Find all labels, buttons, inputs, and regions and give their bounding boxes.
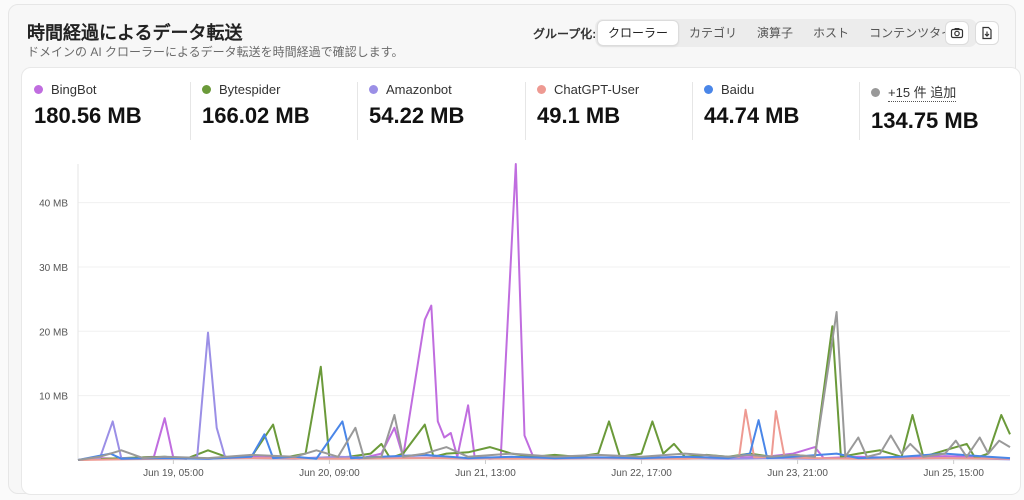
- line-chart: 10 MB 20 MB 30 MB 40 MB Jun 19, 05:00 Jun 20,…: [39, 163, 1011, 479]
- x-tick-label: Jun 21, 13:00: [455, 468, 516, 479]
- x-tick-label: Jun 23, 21:00: [767, 468, 828, 479]
- y-tick-label: 40 MB: [39, 199, 68, 210]
- page-subtitle: ドメインの AI クローラーによるデータ転送を時間経過で確認します。: [27, 45, 404, 59]
- y-tick-label: 20 MB: [39, 327, 68, 338]
- y-tick-label: 30 MB: [39, 263, 68, 274]
- data-transfer-panel: 時間経過によるデータ転送 ドメインの AI クローラーによるデータ転送を時間経過…: [8, 4, 1021, 495]
- x-tick-label: Jun 19, 05:00: [143, 468, 204, 479]
- series-line-5: [77, 311, 1011, 461]
- group-option-host[interactable]: ホスト: [803, 21, 859, 45]
- page-title: 時間経過によるデータ転送: [27, 23, 243, 43]
- group-option-crawler[interactable]: クローラー: [597, 20, 680, 46]
- y-tick-label: 10 MB: [39, 392, 68, 403]
- download-icon: [982, 26, 992, 40]
- group-by-segmented-control: クローラー カテゴリ 演算子 ホスト コンテンツタイプ: [595, 19, 978, 47]
- x-tick-label: Jun 22, 17:00: [611, 468, 672, 479]
- series-line-0: [77, 163, 1011, 461]
- x-tick-label: Jun 25, 15:00: [923, 468, 984, 479]
- group-option-operator[interactable]: 演算子: [747, 21, 803, 45]
- screenshot-button[interactable]: [945, 21, 969, 45]
- download-button[interactable]: [975, 21, 999, 45]
- series-line-2: [77, 331, 1011, 461]
- x-tick-label: Jun 20, 09:00: [299, 468, 360, 479]
- group-by-label: グループ化:: [533, 27, 597, 41]
- series-line-1: [77, 325, 1011, 461]
- chart-card: BingBot 180.56 MB Bytespider 166.02 MB A…: [21, 67, 1021, 495]
- camera-icon: [950, 28, 964, 39]
- group-option-category[interactable]: カテゴリ: [679, 21, 747, 45]
